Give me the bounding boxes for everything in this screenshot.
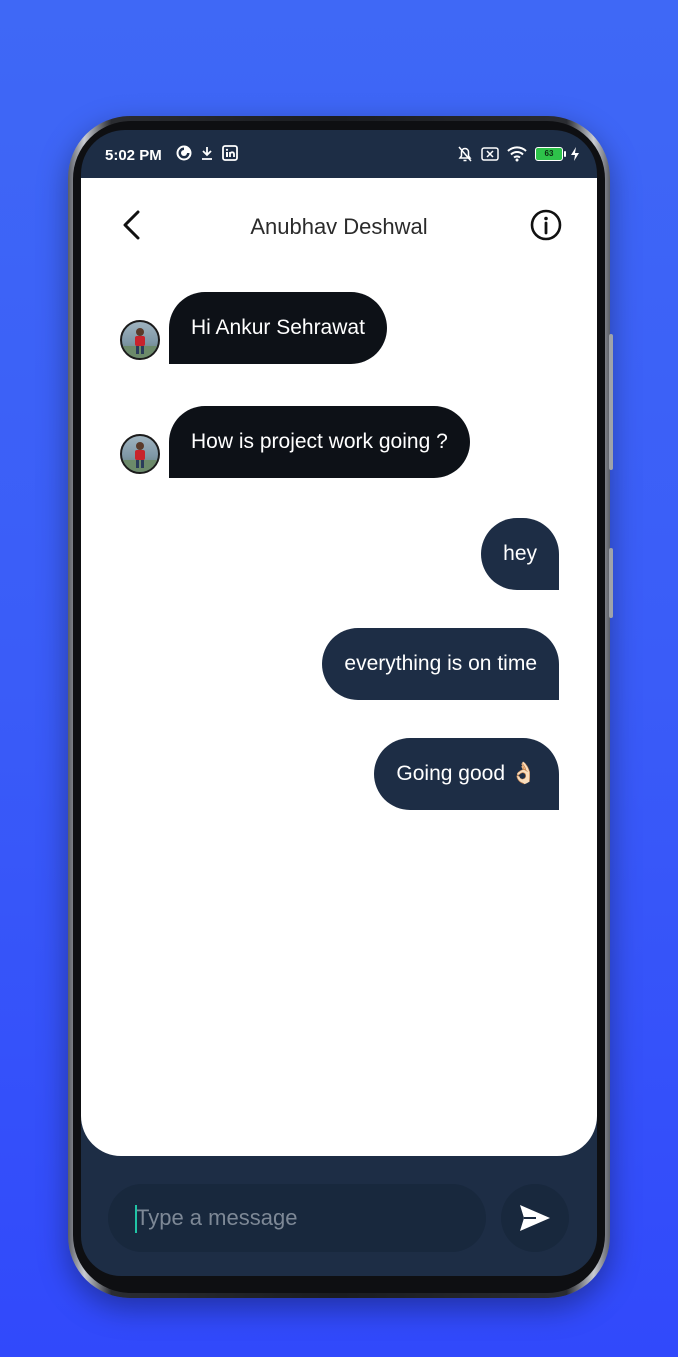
sim-off-icon	[481, 147, 499, 161]
chat-area[interactable]: Anubhav Deshwal Hi Ankur Sehrawat How is…	[81, 178, 597, 1156]
power-button	[609, 548, 613, 618]
message-bubble-outgoing[interactable]: everything is on time	[322, 628, 559, 700]
download-icon	[202, 147, 212, 160]
mute-bell-icon	[458, 146, 472, 162]
message-composer	[81, 1156, 597, 1276]
charging-icon	[571, 147, 579, 161]
contact-name: Anubhav Deshwal	[250, 214, 428, 239]
text-caret	[135, 1205, 137, 1233]
status-bar: 5:02 PM 63	[81, 130, 597, 178]
volume-button	[609, 334, 613, 470]
message-bubble-outgoing[interactable]: hey	[481, 518, 559, 590]
avatar[interactable]	[120, 320, 160, 360]
message-bubble-incoming[interactable]: How is project work going ?	[169, 406, 470, 478]
avatar[interactable]	[120, 434, 160, 474]
wifi-icon	[507, 146, 527, 162]
message-input[interactable]	[108, 1184, 486, 1252]
info-icon[interactable]	[529, 208, 563, 242]
avatar-person-icon	[122, 442, 158, 472]
data-saver-icon	[176, 145, 192, 161]
linkedin-icon	[222, 145, 238, 161]
battery-icon: 63	[535, 147, 566, 161]
message-bubble-incoming[interactable]: Hi Ankur Sehrawat	[169, 292, 387, 364]
message-bubble-outgoing[interactable]: Going good 👌🏻	[374, 738, 559, 810]
status-time: 5:02 PM	[105, 147, 162, 164]
send-icon	[520, 1205, 550, 1231]
chat-header: Anubhav Deshwal	[81, 178, 597, 276]
avatar-person-icon	[122, 328, 158, 358]
phone-screen: 5:02 PM 63 Anubhav Deshwal Hi Ankur Sehr…	[81, 130, 597, 1276]
send-button[interactable]	[501, 1184, 569, 1252]
